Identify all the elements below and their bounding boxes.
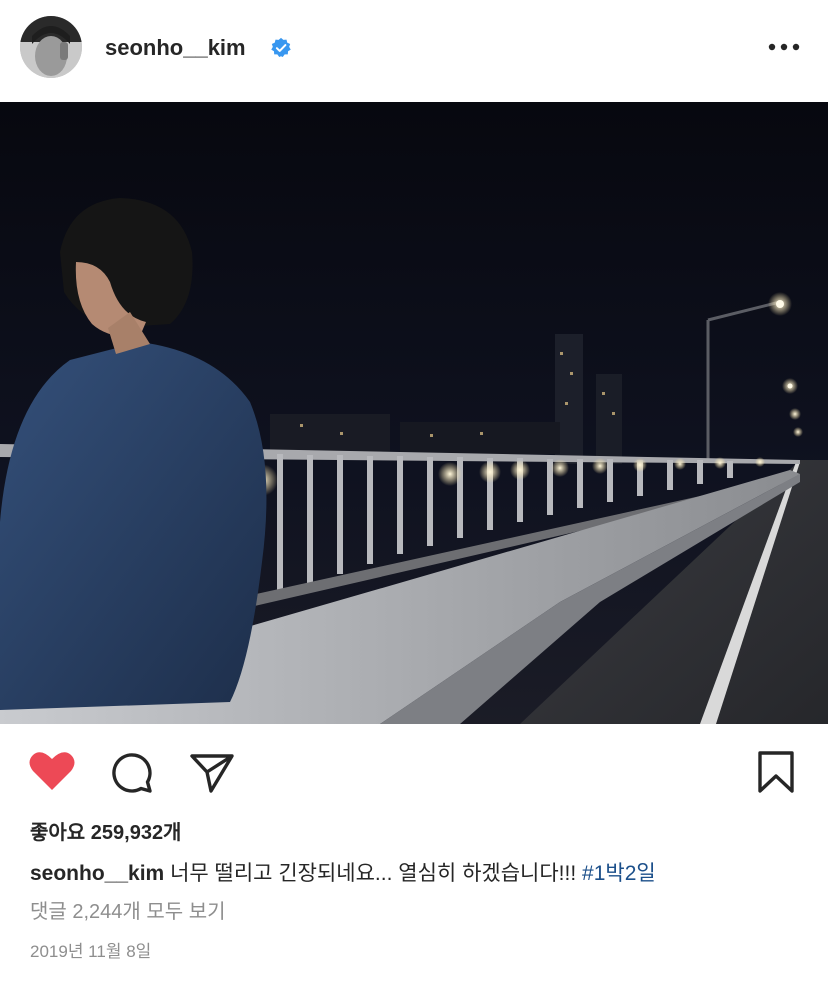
verified-badge-icon (271, 37, 291, 57)
post-header: seonho__kim (0, 0, 828, 102)
heart-filled-icon[interactable] (28, 750, 76, 792)
likes-label: 좋아요 (30, 822, 86, 844)
post-username[interactable]: seonho__kim (105, 34, 246, 62)
post-photo[interactable] (0, 102, 828, 724)
instagram-post: seonho__kim 좋아요 259,932개 seonho__kim 너무 … (0, 0, 828, 1004)
avatar[interactable] (20, 16, 82, 78)
caption-hashtag[interactable]: #1박2일 (582, 862, 656, 885)
post-date: 2019년 11월 8일 (30, 942, 152, 961)
comment-bubble-icon[interactable] (110, 751, 154, 795)
caption-username[interactable]: seonho__kim (30, 862, 164, 885)
likes-number: 259,932개 (90, 822, 182, 844)
view-all-comments-link[interactable]: 댓글 2,244개 모두 보기 (30, 899, 226, 925)
more-horizontal-icon[interactable] (766, 36, 802, 58)
post-caption: seonho__kim 너무 떨리고 긴장되네요... 열심히 하겠습니다!!!… (30, 860, 656, 888)
caption-text: 너무 떨리고 긴장되네요... 열심히 하겠습니다!!! (170, 862, 577, 885)
paper-plane-icon[interactable] (189, 752, 235, 794)
bookmark-icon[interactable] (757, 750, 795, 794)
likes-count[interactable]: 좋아요 259,932개 (30, 820, 181, 846)
